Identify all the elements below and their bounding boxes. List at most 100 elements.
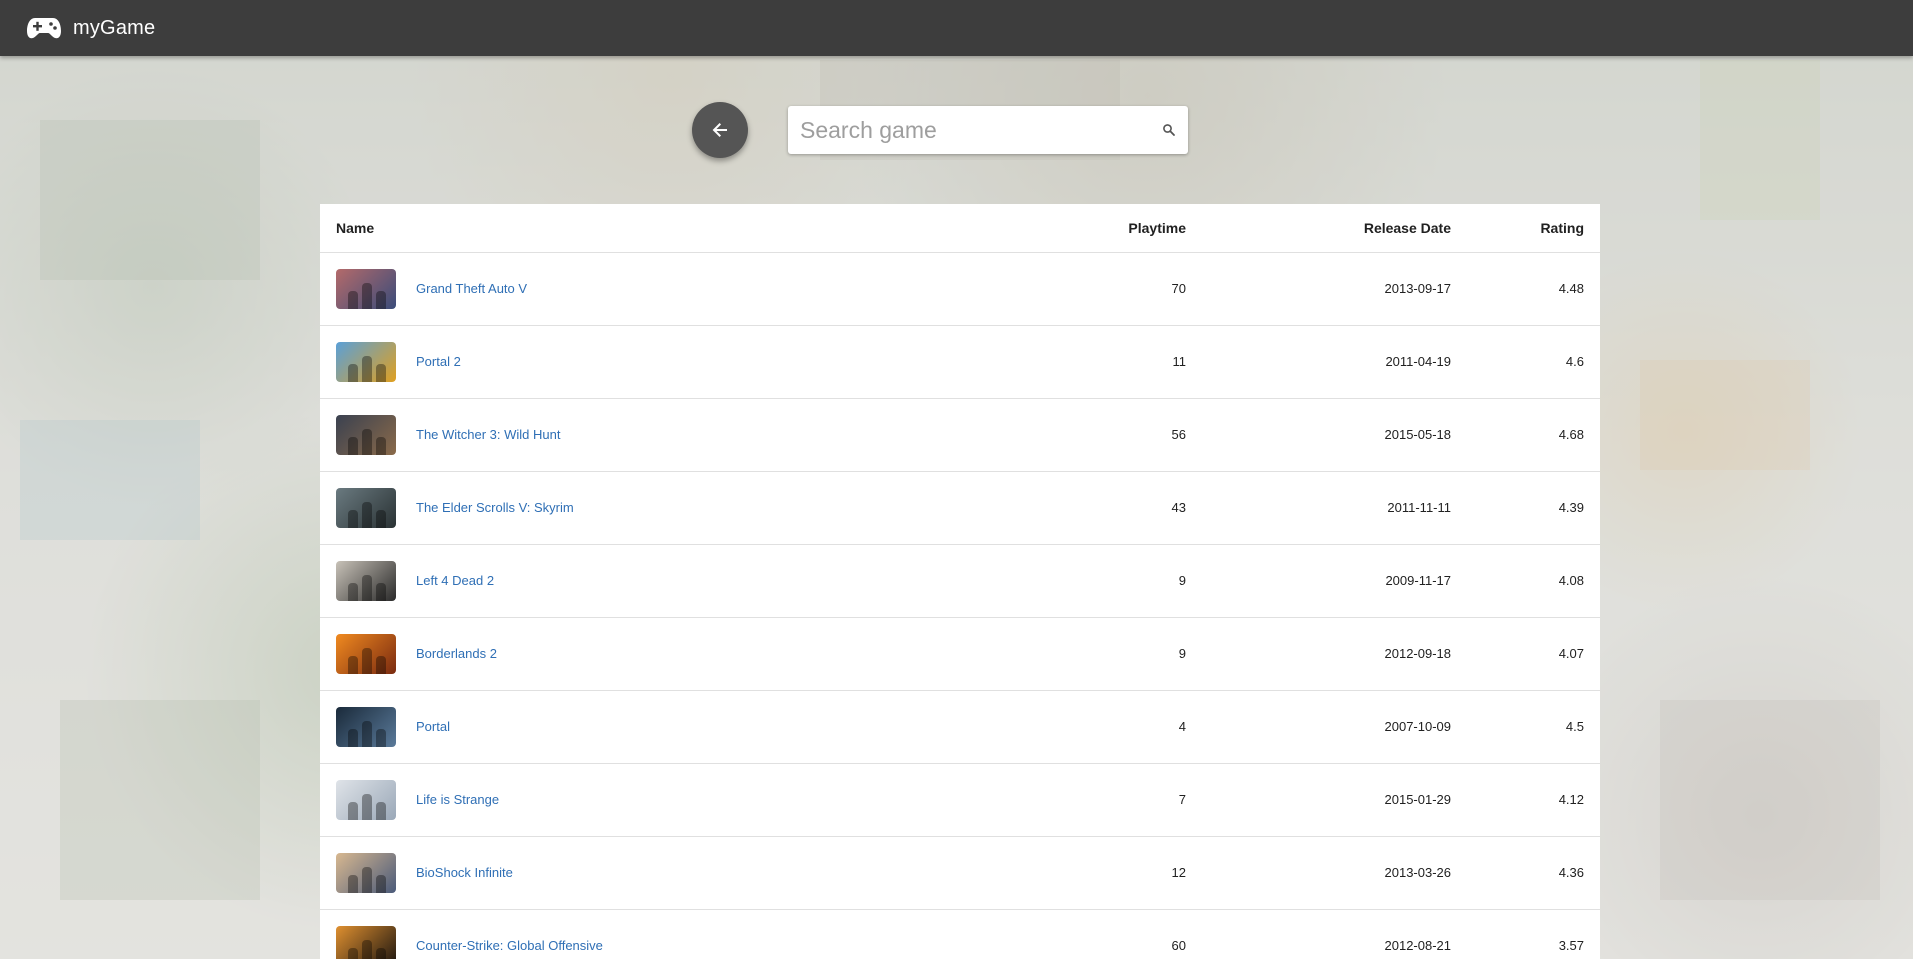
thumbnail-figure (362, 428, 372, 455)
cell-release-date: 2007-10-09 (1202, 690, 1467, 764)
cell-release-date: 2012-08-21 (1202, 909, 1467, 959)
thumbnail-figure (376, 655, 386, 674)
table-row[interactable]: Borderlands 2 9 2012-09-18 4.07 (320, 617, 1600, 691)
game-thumbnail[interactable] (336, 706, 396, 747)
game-name-wrap: Portal 2 (336, 341, 1050, 382)
thumbnail-figure (362, 939, 372, 959)
table-row[interactable]: The Witcher 3: Wild Hunt 56 2015-05-18 4.68 (320, 398, 1600, 472)
cell-playtime: 70 (1050, 252, 1202, 326)
cell-rating: 4.48 (1467, 252, 1600, 326)
thumbnail-figure (348, 655, 358, 674)
thumbnail-figure (376, 728, 386, 747)
table-row[interactable]: Counter-Strike: Global Offensive 60 2012-0… (320, 909, 1600, 959)
game-thumbnail[interactable] (336, 341, 396, 382)
game-thumbnail[interactable] (336, 487, 396, 528)
thumbnail-figure (376, 436, 386, 455)
game-thumbnail[interactable] (336, 779, 396, 820)
cell-release-date: 2012-09-18 (1202, 617, 1467, 691)
game-thumbnail[interactable] (336, 852, 396, 893)
cell-name: Counter-Strike: Global Offensive (320, 909, 1050, 959)
thumbnail-figure (376, 801, 386, 820)
game-name-wrap: BioShock Infinite (336, 852, 1050, 893)
search-icon[interactable] (1162, 123, 1176, 137)
app-title: myGame (73, 16, 156, 39)
cell-playtime: 7 (1050, 763, 1202, 837)
cell-playtime: 9 (1050, 617, 1202, 691)
cell-name: The Witcher 3: Wild Hunt (320, 398, 1050, 472)
game-link[interactable]: Portal 2 (416, 354, 461, 369)
thumbnail-figure (362, 720, 372, 747)
thumbnail-figure (362, 574, 372, 601)
thumbnail-figure (348, 728, 358, 747)
table-row[interactable]: Life is Strange 7 2015-01-29 4.12 (320, 763, 1600, 837)
game-link[interactable]: Portal (416, 719, 450, 734)
table-row[interactable]: BioShock Infinite 12 2013-03-26 4.36 (320, 836, 1600, 910)
game-name-wrap: Counter-Strike: Global Offensive (336, 925, 1050, 959)
game-link[interactable]: The Witcher 3: Wild Hunt (416, 427, 561, 442)
search-box (788, 106, 1188, 154)
thumbnail-figure (376, 363, 386, 382)
game-thumbnail[interactable] (336, 925, 396, 959)
cell-rating: 4.6 (1467, 325, 1600, 399)
thumbnail-figure (362, 647, 372, 674)
thumbnail-figure (348, 801, 358, 820)
game-link[interactable]: Borderlands 2 (416, 646, 497, 661)
table-row[interactable]: Grand Theft Auto V 70 2013-09-17 4.48 (320, 252, 1600, 326)
thumbnail-figure (348, 874, 358, 893)
search-input[interactable] (800, 116, 1162, 144)
app-bar: myGame (0, 0, 1913, 56)
thumbnail-figure (362, 355, 372, 382)
cell-rating: 4.36 (1467, 836, 1600, 910)
table-row[interactable]: Left 4 Dead 2 9 2009-11-17 4.08 (320, 544, 1600, 618)
game-name-wrap: Borderlands 2 (336, 633, 1050, 674)
cell-rating: 4.08 (1467, 544, 1600, 618)
thumbnail-figure (376, 509, 386, 528)
game-name-wrap: The Witcher 3: Wild Hunt (336, 414, 1050, 455)
cell-playtime: 12 (1050, 836, 1202, 910)
game-thumbnail[interactable] (336, 268, 396, 309)
game-link[interactable]: BioShock Infinite (416, 865, 513, 880)
game-link[interactable]: Left 4 Dead 2 (416, 573, 494, 588)
game-name-wrap: The Elder Scrolls V: Skyrim (336, 487, 1050, 528)
cell-name: Grand Theft Auto V (320, 252, 1050, 326)
games-table: Name Playtime Release Date Rating Grand … (320, 204, 1600, 959)
games-table-card: Name Playtime Release Date Rating Grand … (320, 204, 1600, 959)
game-name-wrap: Life is Strange (336, 779, 1050, 820)
thumbnail-figure (348, 509, 358, 528)
cell-rating: 4.07 (1467, 617, 1600, 691)
cell-release-date: 2009-11-17 (1202, 544, 1467, 618)
column-header-release-date[interactable]: Release Date (1202, 204, 1467, 253)
cell-release-date: 2011-04-19 (1202, 325, 1467, 399)
table-row[interactable]: The Elder Scrolls V: Skyrim 43 2011-11-11 4… (320, 471, 1600, 545)
game-name-wrap: Portal (336, 706, 1050, 747)
cell-playtime: 56 (1050, 398, 1202, 472)
cell-name: Life is Strange (320, 763, 1050, 837)
cell-release-date: 2013-03-26 (1202, 836, 1467, 910)
cell-name: Borderlands 2 (320, 617, 1050, 691)
game-link[interactable]: Counter-Strike: Global Offensive (416, 938, 603, 953)
game-link[interactable]: Grand Theft Auto V (416, 281, 527, 296)
cell-name: The Elder Scrolls V: Skyrim (320, 471, 1050, 545)
cell-release-date: 2013-09-17 (1202, 252, 1467, 326)
column-header-playtime[interactable]: Playtime (1050, 204, 1202, 253)
cell-name: BioShock Infinite (320, 836, 1050, 910)
game-thumbnail[interactable] (336, 414, 396, 455)
thumbnail-figure (376, 582, 386, 601)
cell-release-date: 2015-05-18 (1202, 398, 1467, 472)
thumbnail-figure (348, 290, 358, 309)
game-link[interactable]: The Elder Scrolls V: Skyrim (416, 500, 574, 515)
thumbnail-figure (348, 582, 358, 601)
game-link[interactable]: Life is Strange (416, 792, 499, 807)
thumbnail-figure (348, 947, 358, 959)
back-button[interactable] (692, 102, 748, 158)
column-header-name[interactable]: Name (320, 204, 1050, 253)
column-header-rating[interactable]: Rating (1467, 204, 1600, 253)
game-thumbnail[interactable] (336, 633, 396, 674)
thumbnail-figure (376, 290, 386, 309)
thumbnail-figure (376, 947, 386, 959)
arrow-left-icon (712, 123, 727, 137)
game-thumbnail[interactable] (336, 560, 396, 601)
table-row[interactable]: Portal 2 11 2011-04-19 4.6 (320, 325, 1600, 399)
table-row[interactable]: Portal 4 2007-10-09 4.5 (320, 690, 1600, 764)
cell-playtime: 9 (1050, 544, 1202, 618)
